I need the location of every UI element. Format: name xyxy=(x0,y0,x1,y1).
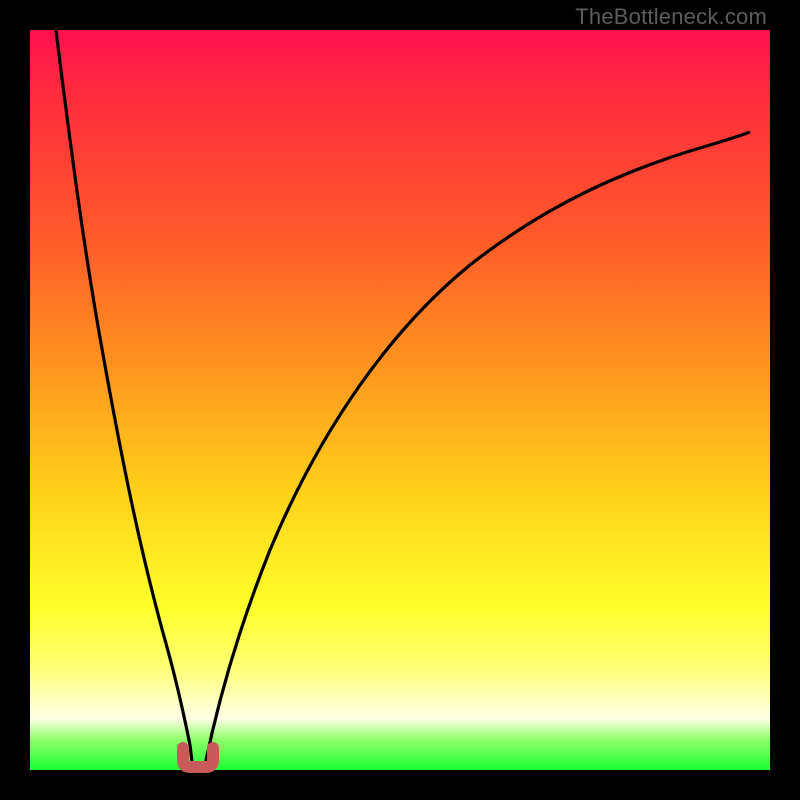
bottleneck-curve xyxy=(30,30,770,770)
curve-left-branch xyxy=(56,30,193,770)
curve-right-branch xyxy=(204,132,750,770)
watermark-text: TheBottleneck.com xyxy=(575,4,767,30)
chart-frame: TheBottleneck.com xyxy=(0,0,800,800)
plot-area xyxy=(30,30,770,770)
optimal-point-marker xyxy=(183,748,213,767)
